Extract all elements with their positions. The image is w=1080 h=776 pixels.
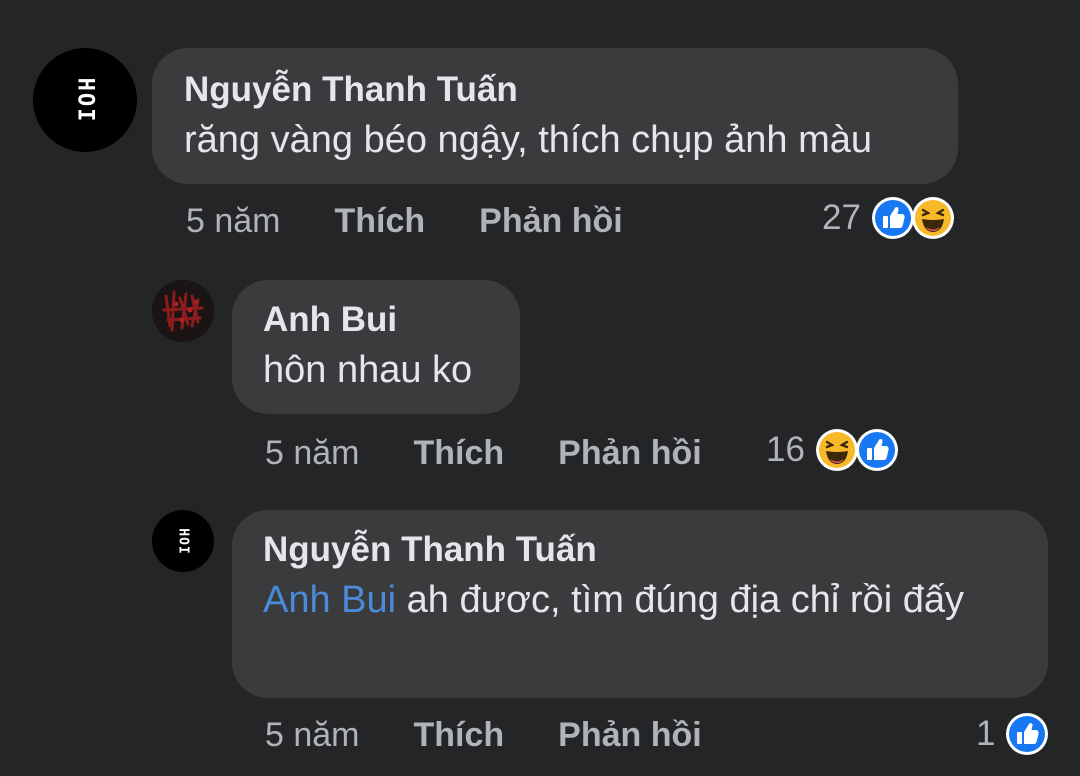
comment-text-body: ah đươc, tìm đúng địa chỉ rồi đấy — [396, 579, 964, 621]
avatar-nguyen-thanh-tuan[interactable]: HOI — [152, 510, 214, 572]
comment-bubble: Nguyễn Thanh Tuấn răng vàng béo ngậy, th… — [152, 48, 958, 184]
comment-author[interactable]: Nguyễn Thanh Tuấn — [184, 70, 958, 110]
reaction-count: 16 — [766, 430, 805, 469]
reaction-summary[interactable]: 1 — [976, 712, 1049, 756]
hoi-logo: HOI — [175, 527, 191, 555]
comment-author[interactable]: Anh Bui — [263, 300, 520, 340]
comment-text: hôn nhau ko — [263, 349, 473, 391]
comment-timestamp[interactable]: 5 năm — [265, 716, 360, 755]
avatar-anh-bui[interactable] — [152, 280, 214, 342]
reply-button[interactable]: Phản hồi — [479, 202, 623, 241]
avatar-nguyen-thanh-tuan[interactable]: HOI — [33, 48, 137, 152]
like-button[interactable]: Thích — [414, 434, 505, 473]
reply-button[interactable]: Phản hồi — [558, 716, 702, 755]
comment-timestamp[interactable]: 5 năm — [186, 202, 281, 241]
mention-link[interactable]: Anh Bui — [263, 579, 396, 621]
comment-bubble: Nguyễn Thanh Tuấn Anh Bui ah đươc, tìm đ… — [232, 510, 1048, 698]
like-button[interactable]: Thích — [335, 202, 426, 241]
hoi-logo: HOI — [72, 77, 98, 123]
like-icon — [871, 196, 915, 240]
comment-timestamp[interactable]: 5 năm — [265, 434, 360, 473]
comment-text: răng vàng béo ngậy, thích chụp ảnh màu — [184, 119, 873, 161]
comment-author[interactable]: Nguyễn Thanh Tuấn — [263, 530, 1018, 570]
reaction-summary[interactable]: 27 — [822, 196, 955, 240]
reaction-summary[interactable]: 16 — [766, 428, 899, 472]
reaction-count: 1 — [976, 714, 996, 753]
comment-text: Anh Bui ah đươc, tìm đúng địa chỉ rồi đấ… — [263, 574, 1018, 626]
comment-actions: 5 năm Thích Phản hồi — [186, 202, 623, 241]
comment-bubble: Anh Bui hôn nhau ko — [232, 280, 520, 414]
like-icon — [855, 428, 899, 472]
reply-button[interactable]: Phản hồi — [558, 434, 702, 473]
haha-icon — [815, 428, 859, 472]
like-icon — [1005, 712, 1049, 756]
comment-actions: 5 năm Thích Phản hồi — [265, 434, 702, 473]
like-button[interactable]: Thích — [414, 716, 505, 755]
haha-icon — [911, 196, 955, 240]
avatar-image — [152, 280, 214, 342]
comment-actions: 5 năm Thích Phản hồi — [265, 716, 702, 755]
reaction-count: 27 — [822, 198, 861, 237]
